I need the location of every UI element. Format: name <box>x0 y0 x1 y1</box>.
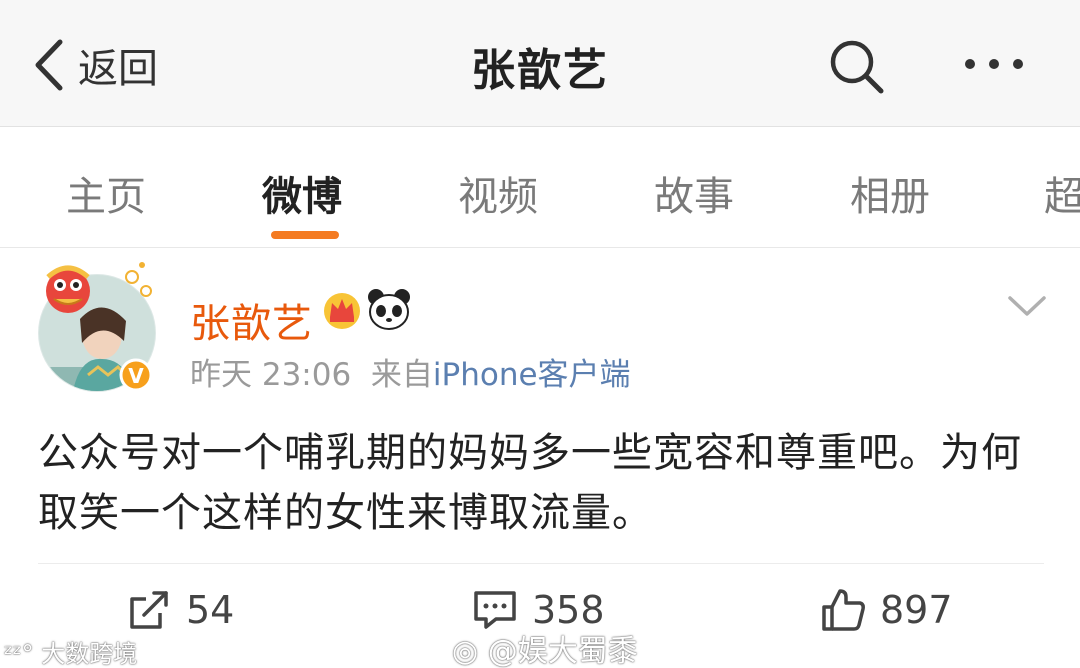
thumbs-up-icon <box>822 589 865 631</box>
author-name[interactable]: 张歆艺 <box>190 291 313 349</box>
watermark-logo-icon: ᶻᶻ° <box>4 640 34 668</box>
verified-badge-letter: V <box>128 364 144 388</box>
repost-button[interactable]: 54 <box>126 585 234 635</box>
watermark-left: ᶻᶻ° 大数跨境 <box>4 634 137 668</box>
watermark-center: ◎ @娱大蜀黍 <box>452 626 638 668</box>
chevron-down-icon[interactable] <box>1006 293 1048 319</box>
watermark-center-text: @娱大蜀黍 <box>487 634 638 668</box>
active-tab-indicator <box>271 231 339 239</box>
profile-tabs: 主页 微博 视频 故事 相册 超 <box>0 128 1080 248</box>
search-icon[interactable] <box>826 36 886 96</box>
tab-weibo[interactable]: 微博 <box>262 164 342 222</box>
avatar[interactable]: V <box>36 257 158 397</box>
weibo-logo-icon: ◎ <box>452 634 479 668</box>
tab-story[interactable]: 故事 <box>654 164 734 222</box>
tab-album[interactable]: 相册 <box>850 164 930 222</box>
post-time: 昨天 23:06 <box>190 357 352 393</box>
action-divider <box>38 563 1044 564</box>
repost-count: 54 <box>186 588 235 632</box>
like-count: 897 <box>880 588 953 632</box>
page-title: 张歆艺 <box>471 45 609 96</box>
crown-member-icon <box>324 293 360 329</box>
tab-home[interactable]: 主页 <box>66 164 146 222</box>
panda-icon <box>368 289 410 330</box>
post-meta: 昨天 23:06 来自iPhone客户端 <box>190 349 631 394</box>
top-navbar: 返回 张歆艺 <box>0 0 1080 127</box>
source-link[interactable]: iPhone客户端 <box>433 357 631 393</box>
watermark-left-text: 大数跨境 <box>41 640 138 668</box>
like-button[interactable]: 897 <box>820 585 953 635</box>
more-icon[interactable] <box>962 48 1026 80</box>
post-text: 公众号对一个哺乳期的妈妈多一些宽容和尊重吧。为何取笑一个这样的女性来博取流量。 <box>38 430 1022 536</box>
tab-super[interactable]: 超 <box>1044 164 1080 222</box>
weibo-post: V 张歆艺 昨天 23:06 来自iPhone客户端 公众号对一个哺乳期的妈妈多… <box>0 249 1080 668</box>
repost-icon <box>130 591 168 629</box>
tab-video[interactable]: 视频 <box>458 164 538 222</box>
source-prefix: 来自 <box>370 357 433 393</box>
